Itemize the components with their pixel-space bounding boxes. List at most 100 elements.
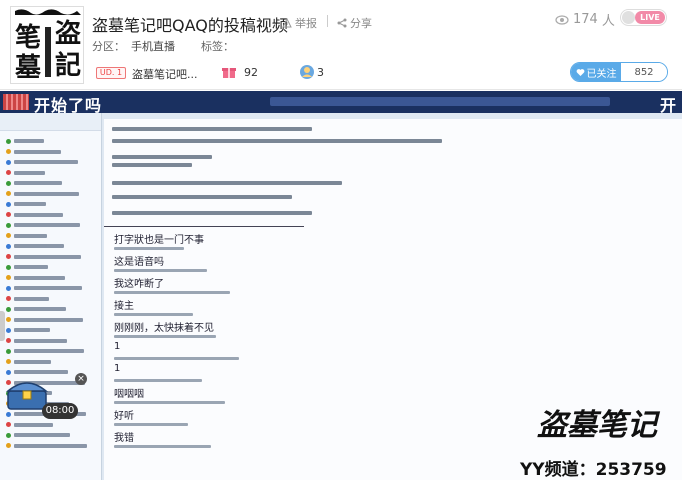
panel-list-row (6, 232, 47, 240)
chat-message: 1 (114, 341, 121, 352)
user-dot-icon (6, 201, 11, 207)
panel-row-text (14, 296, 49, 301)
user-dot-icon (6, 233, 11, 238)
report-label: 举报 (295, 17, 317, 30)
panel-row-text (14, 422, 53, 427)
panel-list-row (6, 148, 61, 156)
share-button[interactable]: 分享 (337, 15, 372, 31)
user-dot-icon (6, 327, 11, 333)
viewer-unit: 人 (601, 14, 615, 29)
panel-list-row (6, 274, 65, 282)
chat-message: 这是语音吗 (114, 257, 164, 268)
user-dot-icon (6, 411, 11, 417)
panel-list-row (6, 368, 68, 376)
user-dot-icon (6, 254, 11, 259)
panel-list-row (6, 190, 79, 198)
panel-list-row (6, 242, 64, 250)
user-dot-icon (6, 212, 11, 217)
yy-channel-text: YY频道：253759 (520, 460, 667, 480)
avatar-brush-stroke (45, 27, 51, 77)
panel-list-row (6, 358, 51, 366)
user-dot-icon (6, 432, 11, 438)
user-dot-icon (6, 296, 11, 301)
panel-row-text (14, 212, 63, 217)
user-dot-icon (6, 159, 11, 165)
panel-list-row (6, 305, 66, 313)
eye-icon (555, 14, 569, 25)
panel-row-text (14, 317, 83, 322)
panel-row-text (14, 349, 84, 353)
panel-list-row (6, 421, 53, 429)
panel-row-text (14, 149, 61, 154)
fans-icon (300, 65, 314, 79)
chat-meta (114, 357, 239, 360)
stream-header: 笔 盗 墓 記 盗墓笔记吧QAQ的投稿视频 举报 分享 174 人 LIVE 分… (0, 0, 682, 90)
document-line (112, 155, 212, 159)
panel-row-text (14, 275, 65, 280)
share-icon (337, 18, 347, 28)
follow-label-area[interactable]: 已关注 (571, 63, 621, 81)
chat-meta (114, 401, 225, 404)
banner-text-cut: 开 (660, 96, 677, 115)
user-dot-icon (6, 149, 11, 154)
panel-row-text (14, 223, 80, 227)
action-divider (327, 15, 328, 27)
stream-stats: UD. 1 盗墓笔记吧... 92 3 (92, 64, 492, 82)
banner-strip (270, 97, 610, 106)
user-dot-icon (6, 422, 11, 427)
document-line (112, 139, 442, 143)
avatar-char-4: 記 (55, 51, 82, 81)
share-label: 分享 (350, 17, 372, 30)
side-collapse-tab[interactable] (0, 311, 5, 341)
panel-list-row (6, 253, 81, 261)
avatar-char-1: 笔 (15, 23, 42, 53)
follow-button[interactable]: 已关注 852 (570, 62, 668, 82)
user-dot-icon (6, 348, 11, 354)
chat-message: 接主 (114, 301, 134, 312)
user-dot-icon (6, 359, 11, 364)
svg-text:盗墓笔记: 盗墓笔记 (537, 408, 661, 443)
treasure-chest-icon[interactable] (6, 377, 48, 411)
panel-header (0, 113, 101, 131)
avatar-char-3: 墓 (15, 53, 42, 83)
chat-message: 我错 (114, 433, 134, 444)
calligraphy-logo: 盗墓笔记 (537, 408, 661, 443)
user-dot-icon (6, 443, 11, 448)
panel-list-row (6, 295, 49, 303)
user-dot-icon (6, 275, 11, 280)
panel-list-row (6, 347, 84, 355)
panel-list-row (6, 158, 78, 166)
panel-list-row (6, 179, 62, 187)
user-dot-icon (6, 264, 11, 270)
user-dot-icon (6, 191, 11, 196)
streamer-avatar[interactable]: 笔 盗 墓 記 (10, 6, 84, 84)
user-dot-icon (6, 338, 11, 343)
report-button[interactable]: 举报 (282, 15, 317, 31)
document-line (112, 163, 192, 167)
viewer-count: 174 人 (555, 10, 615, 29)
panel-row-text (14, 338, 67, 343)
user-dot-icon (6, 180, 11, 186)
panel-list-row (6, 326, 50, 334)
chat-message: 打字狀也是一门不事 (114, 235, 204, 246)
panel-row-text (14, 160, 78, 164)
chest-timer: 08:00 (42, 403, 78, 419)
panel-row-text (14, 433, 70, 437)
follower-count: 852 (621, 63, 667, 81)
chat-meta (114, 335, 216, 338)
chat-meta (114, 423, 188, 426)
chat-meta (114, 313, 193, 316)
warning-icon (282, 18, 292, 28)
guild-name[interactable]: 盗墓笔记吧... (132, 66, 198, 82)
video-player[interactable]: 开始了吗 开 打字狀也是一门不事 这是语音吗 我这咋断了 接主 刚刚刚，太快抹着不见 1 1… (0, 91, 682, 480)
gift-icon (222, 68, 236, 78)
heart-icon (576, 68, 584, 76)
panel-row-text (14, 244, 64, 248)
chest-close-button[interactable]: × (75, 373, 87, 385)
live-toggle[interactable]: LIVE (620, 9, 667, 26)
panel-list-row (6, 169, 45, 177)
panel-list-row (6, 284, 82, 292)
user-dot-icon (6, 369, 11, 375)
panel-row-text (14, 443, 87, 448)
category-value[interactable]: 手机直播 (131, 38, 175, 54)
